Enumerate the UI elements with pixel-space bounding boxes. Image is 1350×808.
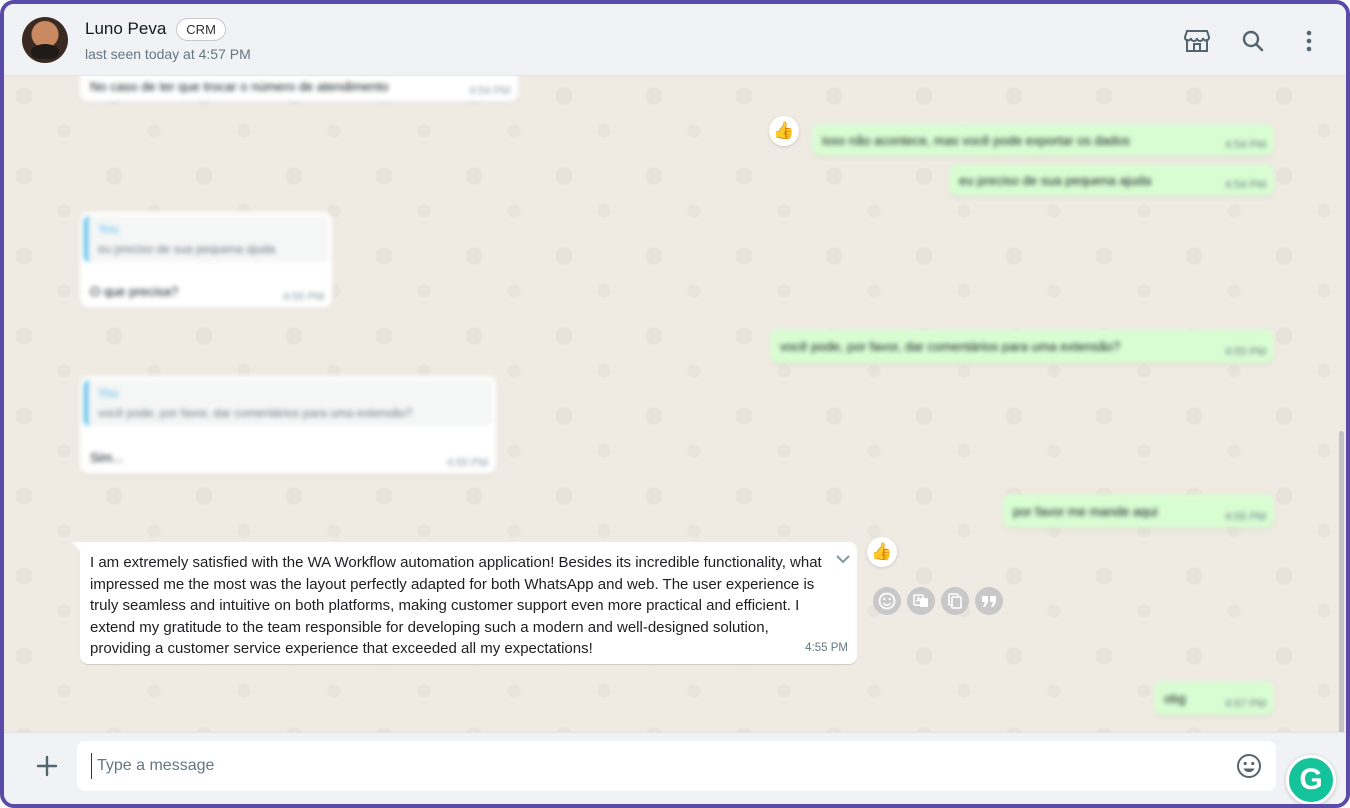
quoted-message[interactable]: You você pode, por favor, dar comentário…	[84, 380, 492, 426]
emoji-icon[interactable]	[873, 587, 901, 615]
attach-plus-icon[interactable]	[32, 751, 62, 781]
message-outgoing[interactable]: obg 4:57 PM	[1154, 681, 1274, 715]
message-outgoing[interactable]: isso não acontece, mas você pode exporta…	[812, 124, 1274, 156]
message-input-container	[77, 741, 1276, 791]
quote-icon[interactable]	[975, 587, 1003, 615]
message-incoming[interactable]: No caso de ter que trocar o número de at…	[80, 76, 518, 102]
menu-dots-icon[interactable]	[1294, 26, 1324, 56]
message-input[interactable]	[91, 753, 1211, 779]
message-outgoing[interactable]: você pode, por favor, dar comentários pa…	[770, 329, 1274, 363]
message-incoming-reply[interactable]: You você pode, por favor, dar comentário…	[80, 376, 496, 474]
contact-last-seen: last seen today at 4:57 PM	[85, 45, 251, 62]
message-time: 4:55 PM	[805, 641, 848, 654]
emoji-picker-icon[interactable]	[1236, 753, 1262, 779]
store-icon[interactable]	[1182, 26, 1212, 56]
message-outgoing[interactable]: eu preciso de sua pequena ajuda 4:54 PM	[949, 164, 1274, 196]
app-window: Luno Peva CRM last seen today at 4:57 PM…	[0, 0, 1350, 808]
header-actions	[1156, 26, 1324, 56]
message-outgoing[interactable]: por favor me mande aqui 4:55 PM	[1003, 494, 1274, 528]
message-text: I am extremely satisfied with the WA Wor…	[90, 554, 822, 657]
reaction-thumbs-up[interactable]: 👍	[769, 116, 799, 146]
chat-header: Luno Peva CRM last seen today at 4:57 PM	[4, 4, 1346, 76]
chat-scrollbar[interactable]	[1339, 431, 1344, 732]
translate-icon[interactable]	[907, 587, 935, 615]
reaction-thumbs-up[interactable]: 👍	[867, 537, 897, 567]
chevron-down-icon[interactable]	[833, 551, 853, 567]
chat-area[interactable]: No caso de ter que trocar o número de at…	[4, 76, 1346, 732]
grammarly-icon[interactable]: G	[1286, 755, 1336, 804]
composer-bar: G	[4, 732, 1346, 804]
contact-avatar[interactable]	[22, 16, 68, 63]
crm-badge[interactable]: CRM	[176, 17, 226, 41]
contact-name: Luno Peva	[85, 19, 167, 38]
copy-icon[interactable]	[941, 587, 969, 615]
search-icon[interactable]	[1238, 26, 1268, 56]
message-incoming-reply[interactable]: You eu preciso de sua pequena ajuda O qu…	[80, 212, 332, 308]
quoted-message[interactable]: You eu preciso de sua pequena ajuda	[84, 216, 328, 262]
message-actions	[873, 587, 1009, 615]
message-incoming-highlighted[interactable]: I am extremely satisfied with the WA Wor…	[72, 542, 857, 664]
contact-info[interactable]: Luno Peva CRM last seen today at 4:57 PM	[85, 17, 251, 62]
